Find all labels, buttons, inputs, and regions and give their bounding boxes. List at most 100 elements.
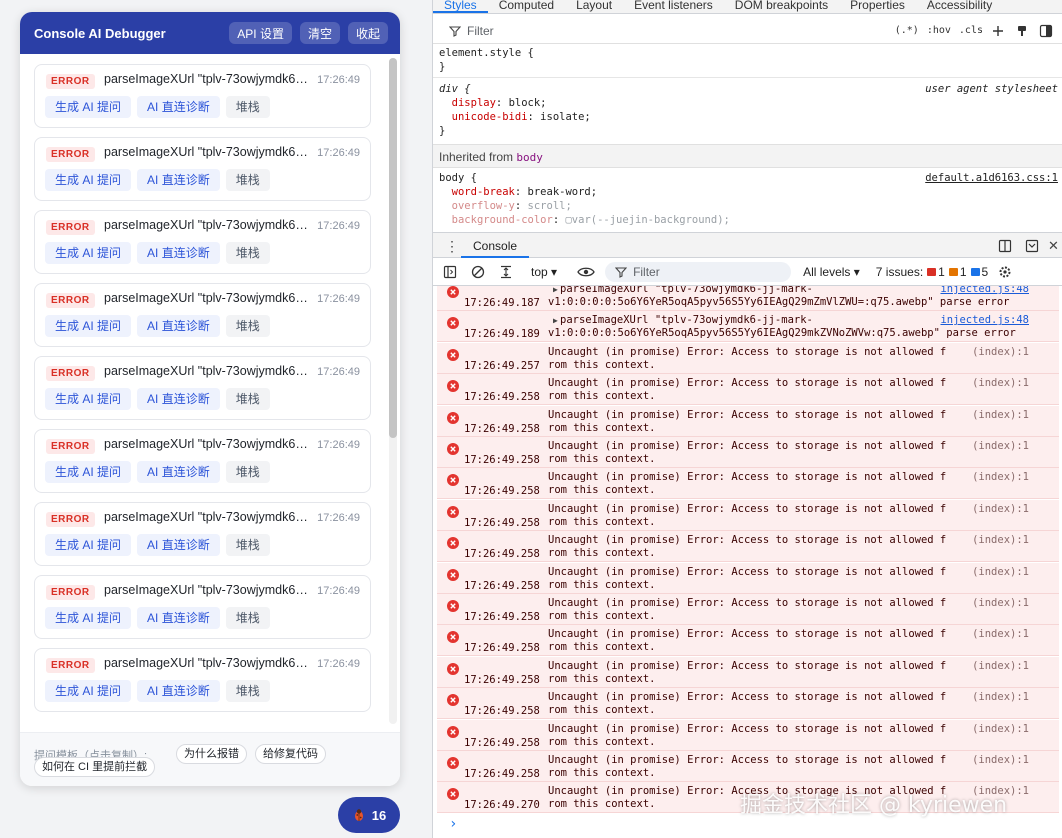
- dock-side-icon[interactable]: [998, 239, 1012, 253]
- console-error-message[interactable]: 17:26:49.187 ▶ parseImageXUrl "tplv-73owjy…: [437, 286, 1059, 311]
- ai-direct-diagnose-button[interactable]: AI 直连诊断: [137, 461, 220, 483]
- message-source-link[interactable]: (index):1: [972, 409, 1029, 422]
- error-entry-card[interactable]: ERROR parseImageXUrl "tplv-73owjymdk6-jj-…: [34, 210, 371, 274]
- error-entry-card[interactable]: ERROR parseImageXUrl "tplv-73owjymdk6-jj-…: [34, 137, 371, 201]
- clear-button[interactable]: 清空: [299, 22, 340, 44]
- inherited-tag-link[interactable]: body: [516, 151, 543, 164]
- generate-ai-prompt-button[interactable]: 生成 AI 提问: [45, 461, 132, 483]
- tab-layout[interactable]: Layout: [565, 0, 623, 13]
- message-source-link[interactable]: (index):1: [972, 534, 1029, 547]
- stack-trace-button[interactable]: 堆栈: [225, 388, 270, 410]
- stack-trace-button[interactable]: 堆栈: [225, 680, 270, 702]
- regex-toggle[interactable]: (.*): [895, 25, 919, 36]
- stack-trace-button[interactable]: 堆栈: [225, 534, 270, 556]
- prop-display[interactable]: display: [452, 97, 496, 109]
- generate-ai-prompt-button[interactable]: 生成 AI 提问: [45, 315, 132, 337]
- console-error-message[interactable]: 17:26:49.258 Uncaught (in promise) Error:…: [437, 625, 1059, 657]
- styles-filter-input[interactable]: Filter: [467, 24, 895, 38]
- console-error-message[interactable]: 17:26:49.258 Uncaught (in promise) Error:…: [437, 499, 1059, 531]
- console-error-message[interactable]: 17:26:49.258 Uncaught (in promise) Error:…: [437, 751, 1059, 782]
- message-source-link[interactable]: (index):1: [972, 754, 1029, 767]
- message-source-link[interactable]: (index):1: [972, 691, 1029, 704]
- eye-icon[interactable]: [577, 265, 595, 279]
- value-background-color[interactable]: var(--juejin-background);: [572, 214, 730, 226]
- generate-ai-prompt-button[interactable]: 生成 AI 提问: [45, 607, 132, 629]
- entry-list-scrollbar[interactable]: [389, 58, 397, 724]
- collapse-button[interactable]: 收起: [347, 22, 388, 44]
- ai-direct-diagnose-button[interactable]: AI 直连诊断: [137, 315, 220, 337]
- value-unicode-bidi[interactable]: isolate;: [540, 111, 591, 123]
- stack-trace-button[interactable]: 堆栈: [225, 169, 270, 191]
- template-chip-fix-code[interactable]: 给修复代码: [255, 744, 326, 764]
- console-error-message[interactable]: 17:26:49.258 Uncaught (in promise) Error:…: [437, 468, 1059, 500]
- message-source-link[interactable]: (index):1: [972, 346, 1029, 359]
- tab-properties[interactable]: Properties: [839, 0, 916, 13]
- console-error-message[interactable]: 17:26:49.258 Uncaught (in promise) Error:…: [437, 719, 1059, 751]
- tab-accessibility[interactable]: Accessibility: [916, 0, 1003, 13]
- api-settings-button[interactable]: API 设置: [229, 22, 292, 44]
- prop-word-break[interactable]: word-break: [452, 186, 515, 198]
- console-error-message[interactable]: 17:26:49.258 Uncaught (in promise) Error:…: [437, 594, 1059, 625]
- stack-trace-button[interactable]: 堆栈: [225, 315, 270, 337]
- value-overflow-y[interactable]: scroll;: [528, 200, 572, 212]
- error-entry-card[interactable]: ERROR parseImageXUrl "tplv-73owjymdk6-jj-…: [34, 64, 371, 128]
- generate-ai-prompt-button[interactable]: 生成 AI 提问: [45, 242, 132, 264]
- tab-dom-breakpoints[interactable]: DOM breakpoints: [724, 0, 839, 13]
- template-chip-ci-intercept[interactable]: 如何在 CI 里提前拦截: [34, 757, 156, 777]
- error-entry-card[interactable]: ERROR parseImageXUrl "tplv-73owjymdk6-jj-…: [34, 648, 371, 712]
- stack-trace-button[interactable]: 堆栈: [225, 242, 270, 264]
- drawer-dock-icon[interactable]: [1025, 239, 1039, 253]
- console-error-message[interactable]: 17:26:49.257 Uncaught (in promise) Error:…: [437, 342, 1059, 374]
- ai-direct-diagnose-button[interactable]: AI 直连诊断: [137, 607, 220, 629]
- generate-ai-prompt-button[interactable]: 生成 AI 提问: [45, 169, 132, 191]
- paint-brush-icon[interactable]: [1015, 24, 1029, 38]
- log-levels-dropdown[interactable]: All levels ▾: [803, 265, 860, 279]
- body-rule-source-link[interactable]: default.a1d6163.css:1: [925, 172, 1058, 184]
- tab-styles[interactable]: Styles: [433, 0, 488, 13]
- sidebar-toggle-icon[interactable]: [1039, 24, 1053, 38]
- console-error-message[interactable]: 17:26:49.258 Uncaught (in promise) Error:…: [437, 656, 1059, 688]
- clear-console-icon[interactable]: [471, 265, 485, 279]
- generate-ai-prompt-button[interactable]: 生成 AI 提问: [45, 680, 132, 702]
- ai-direct-diagnose-button[interactable]: AI 直连诊断: [137, 388, 220, 410]
- prop-overflow-y[interactable]: overflow-y: [452, 200, 515, 212]
- tab-computed[interactable]: Computed: [488, 0, 565, 13]
- more-tabs-icon[interactable]: ⋮: [445, 238, 459, 255]
- message-source-link[interactable]: (index):1: [972, 660, 1029, 673]
- console-error-message[interactable]: 17:26:49.258 Uncaught (in promise) Error:…: [437, 688, 1059, 720]
- add-rule-icon[interactable]: [991, 24, 1005, 38]
- console-error-message[interactable]: 17:26:49.258 Uncaught (in promise) Error:…: [437, 405, 1059, 437]
- close-drawer-icon[interactable]: ✕: [1048, 238, 1059, 254]
- error-entry-card[interactable]: ERROR parseImageXUrl "tplv-73owjymdk6-jj-…: [34, 429, 371, 493]
- console-error-message[interactable]: 17:26:49.258 Uncaught (in promise) Error:…: [437, 437, 1059, 468]
- console-error-message[interactable]: 17:26:49.258 Uncaught (in promise) Error:…: [437, 562, 1059, 594]
- tab-event-listeners[interactable]: Event listeners: [623, 0, 724, 13]
- console-error-message[interactable]: 17:26:49.258 Uncaught (in promise) Error:…: [437, 531, 1059, 563]
- expand-triangle-icon[interactable]: ▶: [553, 314, 558, 327]
- cls-toggle[interactable]: .cls: [959, 25, 983, 36]
- sidebar-icon[interactable]: [443, 265, 457, 279]
- message-source-link[interactable]: (index):1: [972, 440, 1029, 453]
- expand-triangle-icon[interactable]: ▶: [553, 286, 558, 296]
- scrollbar-thumb[interactable]: [389, 58, 397, 438]
- hov-toggle[interactable]: :hov: [927, 25, 951, 36]
- message-source-link[interactable]: (index):1: [972, 566, 1029, 579]
- message-source-link[interactable]: (index):1: [972, 628, 1029, 641]
- ai-direct-diagnose-button[interactable]: AI 直连诊断: [137, 534, 220, 556]
- error-entry-card[interactable]: ERROR parseImageXUrl "tplv-73owjymdk6-jj-…: [34, 283, 371, 347]
- console-error-message[interactable]: 17:26:49.189 ▶ parseImageXUrl "tplv-73owjy…: [437, 311, 1059, 343]
- context-select[interactable]: top ▾: [531, 265, 557, 279]
- message-source-link[interactable]: (index):1: [972, 723, 1029, 736]
- generate-ai-prompt-button[interactable]: 生成 AI 提问: [45, 534, 132, 556]
- ai-direct-diagnose-button[interactable]: AI 直连诊断: [137, 169, 220, 191]
- message-source-link[interactable]: (index):1: [972, 377, 1029, 390]
- prop-background-color[interactable]: background-color: [452, 214, 553, 226]
- stack-trace-button[interactable]: 堆栈: [225, 461, 270, 483]
- error-entry-card[interactable]: ERROR parseImageXUrl "tplv-73owjymdk6-jj-…: [34, 356, 371, 420]
- message-source-link[interactable]: (index):1: [972, 597, 1029, 610]
- console-settings-gear-icon[interactable]: [998, 265, 1012, 279]
- generate-ai-prompt-button[interactable]: 生成 AI 提问: [45, 96, 132, 118]
- message-source-link[interactable]: (index):1: [972, 471, 1029, 484]
- stack-trace-button[interactable]: 堆栈: [225, 607, 270, 629]
- message-source-link[interactable]: injected.js:48: [940, 314, 1029, 327]
